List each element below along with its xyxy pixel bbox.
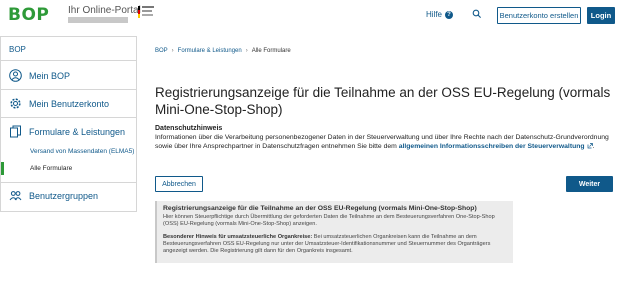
sidebar-subitem-alle-formulare[interactable]: Alle Formulare: [30, 165, 72, 172]
breadcrumb-item[interactable]: Formulare & Leistungen: [178, 48, 242, 54]
divider: [1, 117, 136, 118]
info-note-label: Besonderer Hinweis für umsatzsteuerliche…: [163, 234, 313, 240]
search-icon[interactable]: [472, 9, 482, 19]
sidebar-subitem-massendaten[interactable]: Versand von Massendaten (ELMA5): [30, 148, 134, 155]
privacy-link[interactable]: allgemeinen Informationsschreiben der St…: [399, 143, 585, 150]
bop-logo[interactable]: BOP: [8, 5, 49, 25]
header: BOP Ihr Online-Portal Hilfe ? Benutzerko…: [0, 0, 640, 32]
privacy-heading: Datenschutzhinweis: [155, 125, 223, 132]
sidebar-item-label: Benutzergruppen: [29, 190, 99, 201]
bmf-emblem-icon: [138, 6, 154, 22]
divider: [1, 60, 136, 61]
login-button[interactable]: Login: [587, 7, 615, 24]
user-circle-icon: [9, 69, 22, 82]
privacy-text: Informationen über die Verarbeitung pers…: [155, 134, 625, 151]
sidebar-title[interactable]: BOP: [9, 45, 26, 54]
sidebar: BOP Mein BOP Mein Benutzerkonto Formular…: [0, 36, 137, 212]
help-link[interactable]: Hilfe ?: [426, 10, 454, 19]
divider: [1, 89, 136, 90]
page-title: Registrierungsanzeige für die Teilnahme …: [155, 85, 611, 117]
breadcrumb-item[interactable]: BOP: [155, 48, 168, 54]
chevron-right-icon: ›: [171, 48, 174, 54]
group-icon: [9, 191, 22, 201]
chevron-right-icon: ›: [245, 48, 248, 54]
sidebar-item-label: Mein Benutzerkonto: [29, 98, 110, 109]
sidebar-item-benutzerkonto[interactable]: Mein Benutzerkonto: [9, 97, 109, 110]
sidebar-item-mein-bop[interactable]: Mein BOP: [9, 69, 70, 82]
question-icon: ?: [445, 10, 454, 19]
privacy-end: .: [592, 142, 595, 150]
logo-subtitle: Ihr Online-Portal: [68, 5, 141, 16]
next-button[interactable]: Weiter: [566, 176, 613, 192]
info-note: Besonderer Hinweis für umsatzsteuerliche…: [163, 234, 508, 256]
breadcrumb: BOP › Formulare & Leistungen › Alle Form…: [155, 48, 291, 54]
documents-icon: [10, 125, 21, 138]
breadcrumb-current: Alle Formulare: [251, 48, 291, 54]
help-label: Hilfe: [426, 10, 443, 19]
active-indicator: [1, 162, 4, 175]
info-box: Registrierungsanzeige für die Teilnahme …: [155, 201, 513, 263]
sidebar-item-benutzergruppen[interactable]: Benutzergruppen: [9, 189, 98, 202]
register-button[interactable]: Benutzerkonto erstellen: [497, 7, 581, 24]
logo-subtitle-bar: [68, 17, 128, 23]
gear-icon: [10, 98, 21, 109]
info-title: Registrierungsanzeige für die Teilnahme …: [163, 205, 477, 212]
divider: [1, 182, 136, 183]
cancel-button[interactable]: Abbrechen: [155, 176, 203, 192]
sidebar-item-label: Formulare & Leistungen: [29, 126, 126, 137]
sidebar-item-formulare[interactable]: Formulare & Leistungen: [9, 125, 125, 138]
info-text: Hier können Steuerpflichtige durch Überm…: [163, 214, 495, 228]
sidebar-item-label: Mein BOP: [29, 70, 71, 81]
